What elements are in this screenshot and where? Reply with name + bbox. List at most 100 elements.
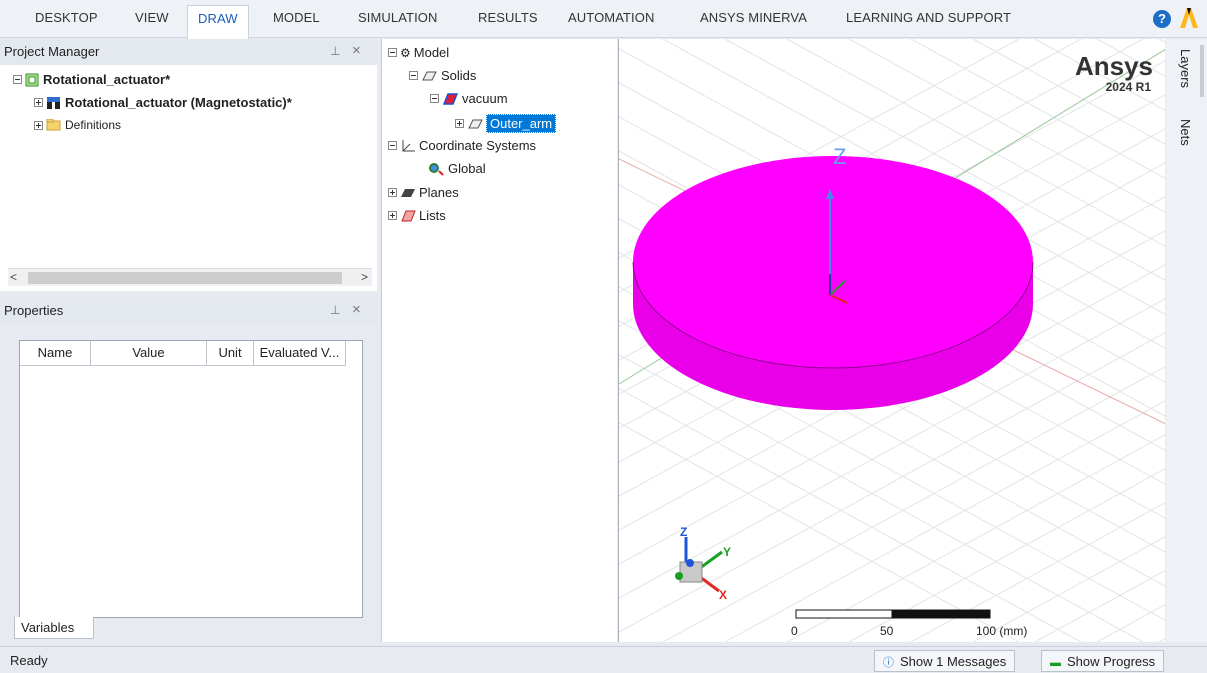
tree-material-label: vacuum xyxy=(462,91,508,106)
right-sidebar: Layers Nets xyxy=(1166,39,1207,642)
tab-automation[interactable]: AUTOMATION xyxy=(568,10,654,25)
collapse-icon[interactable] xyxy=(409,71,418,80)
tab-ansys-minerva[interactable]: ANSYS MINERVA xyxy=(700,10,807,25)
tab-layers[interactable]: Layers xyxy=(1178,49,1193,88)
properties-title: Properties xyxy=(4,303,64,318)
tab-learning-and-support[interactable]: LEARNING AND SUPPORT xyxy=(846,10,1011,25)
tree-object-label-selected: Outer_arm xyxy=(486,114,557,133)
scale-label-100mm: 100 (mm) xyxy=(976,624,1028,638)
magnet-design-icon xyxy=(47,96,60,109)
expand-icon[interactable] xyxy=(34,120,43,130)
tab-model[interactable]: MODEL xyxy=(273,10,320,25)
disc-top[interactable] xyxy=(633,156,1033,368)
pin-icon[interactable]: ⊥ xyxy=(330,303,340,317)
tree-planes[interactable]: Planes xyxy=(388,185,459,200)
show-progress-label: Show Progress xyxy=(1067,654,1156,669)
column-header-value[interactable]: Value xyxy=(91,341,207,366)
project-manager-title: Project Manager xyxy=(4,44,100,59)
close-icon[interactable]: × xyxy=(352,42,361,59)
project-icon xyxy=(25,73,39,86)
scroll-right-icon[interactable]: > xyxy=(361,270,368,284)
collapse-icon[interactable] xyxy=(430,94,439,103)
project-manager-panel: Project Manager ⊥ × Rotational_actuator*… xyxy=(0,39,377,291)
material-icon xyxy=(442,92,458,105)
horizontal-scrollbar[interactable]: < > xyxy=(8,268,372,286)
scale-label-0: 0 xyxy=(791,624,798,638)
tab-nets[interactable]: Nets xyxy=(1178,119,1193,146)
tree-lists[interactable]: Lists xyxy=(388,208,446,223)
grid-background: Z Z Y X xyxy=(619,39,1165,642)
collapse-icon[interactable] xyxy=(388,141,397,150)
triad-y-label: Y xyxy=(723,545,731,559)
project-manager-header: Project Manager ⊥ × xyxy=(0,39,377,65)
expand-icon[interactable] xyxy=(455,119,464,128)
scrollbar-thumb[interactable] xyxy=(28,272,342,284)
triad-z-label: Z xyxy=(680,525,687,539)
folder-icon xyxy=(46,119,61,131)
design-node[interactable]: Rotational_actuator (Magnetostatic)* xyxy=(34,95,292,110)
tree-coordinate-systems-label: Coordinate Systems xyxy=(419,138,537,153)
tab-results[interactable]: RESULTS xyxy=(478,10,538,25)
show-messages-button[interactable]: ⓘ Show 1 Messages xyxy=(874,650,1016,672)
collapse-icon[interactable] xyxy=(388,48,397,57)
pin-icon[interactable]: ⊥ xyxy=(330,44,340,58)
sidebar-scroll-indicator xyxy=(1200,45,1204,97)
expand-icon[interactable] xyxy=(388,188,397,197)
close-icon[interactable]: × xyxy=(352,301,361,318)
tab-draw[interactable]: DRAW xyxy=(187,5,249,39)
status-text: Ready xyxy=(10,653,48,668)
definitions-node[interactable]: Definitions xyxy=(34,118,121,132)
tree-model-label: Model xyxy=(413,45,450,60)
tab-variables[interactable]: Variables xyxy=(14,617,94,639)
tab-desktop[interactable]: DESKTOP xyxy=(35,10,98,25)
tree-solids-label: Solids xyxy=(441,68,477,83)
3d-viewport[interactable]: Z Z Y X Ansys 2024 R1 0 50 100 (mm) xyxy=(618,39,1165,642)
tree-object-outer-arm[interactable]: Outer_arm xyxy=(455,114,557,133)
question-icon[interactable]: ? xyxy=(1153,10,1171,28)
tree-planes-label: Planes xyxy=(419,185,459,200)
tree-coordinate-systems[interactable]: Coordinate Systems xyxy=(388,138,536,153)
tree-global[interactable]: Global xyxy=(427,161,486,176)
collapse-icon[interactable] xyxy=(13,75,22,84)
ribbon-tabs: DESKTOP VIEW DRAW MODEL SIMULATION RESUL… xyxy=(0,0,1207,39)
expand-icon[interactable] xyxy=(388,211,397,220)
properties-table: Name Value Unit Evaluated V... xyxy=(19,340,363,618)
tree-solids[interactable]: Solids xyxy=(409,68,476,83)
info-icon: ⓘ xyxy=(883,657,894,669)
model-icon: ⚙ xyxy=(400,45,411,60)
scale-bar xyxy=(795,609,991,619)
scale-label-50: 50 xyxy=(880,624,894,638)
column-header-unit[interactable]: Unit xyxy=(207,341,254,366)
project-label: Rotational_actuator* xyxy=(43,72,171,87)
planes-icon xyxy=(401,188,415,197)
version-label: 2024 R1 xyxy=(1105,80,1151,94)
properties-header: Properties ⊥ × xyxy=(0,298,377,324)
orientation-triad[interactable]: Z Y X xyxy=(675,525,731,602)
design-label: Rotational_actuator (Magnetostatic)* xyxy=(65,95,292,110)
triad-x-label: X xyxy=(719,588,727,602)
z-axis-label: Z xyxy=(833,144,846,169)
model-tree-panel: ⚙ Model Solids vacuum Outer_arm Coordina… xyxy=(381,39,617,642)
project-node[interactable]: Rotational_actuator* xyxy=(13,72,170,87)
tab-view[interactable]: VIEW xyxy=(135,10,169,25)
ansys-logo-icon xyxy=(1180,8,1198,28)
tree-global-label: Global xyxy=(448,161,486,176)
globe-icon xyxy=(429,162,444,176)
scroll-left-icon[interactable]: < xyxy=(10,270,17,284)
lists-icon xyxy=(401,210,416,221)
coordinate-system-icon xyxy=(402,139,415,151)
status-bar: Ready ⓘ Show 1 Messages ▬ Show Progress xyxy=(0,646,1207,673)
tree-material-vacuum[interactable]: vacuum xyxy=(430,91,508,106)
expand-icon[interactable] xyxy=(34,98,43,107)
show-progress-button[interactable]: ▬ Show Progress xyxy=(1041,650,1165,672)
tab-simulation[interactable]: SIMULATION xyxy=(358,10,438,25)
definitions-label: Definitions xyxy=(65,118,122,132)
column-header-name[interactable]: Name xyxy=(20,341,91,366)
column-header-evaluated-value[interactable]: Evaluated V... xyxy=(254,341,346,366)
progress-icon: ▬ xyxy=(1050,657,1061,669)
solid-icon xyxy=(468,119,483,128)
ansys-brand: Ansys xyxy=(1074,51,1153,81)
tree-lists-label: Lists xyxy=(419,208,446,223)
tree-model[interactable]: ⚙ Model xyxy=(388,45,449,60)
show-messages-label: Show 1 Messages xyxy=(900,654,1007,669)
